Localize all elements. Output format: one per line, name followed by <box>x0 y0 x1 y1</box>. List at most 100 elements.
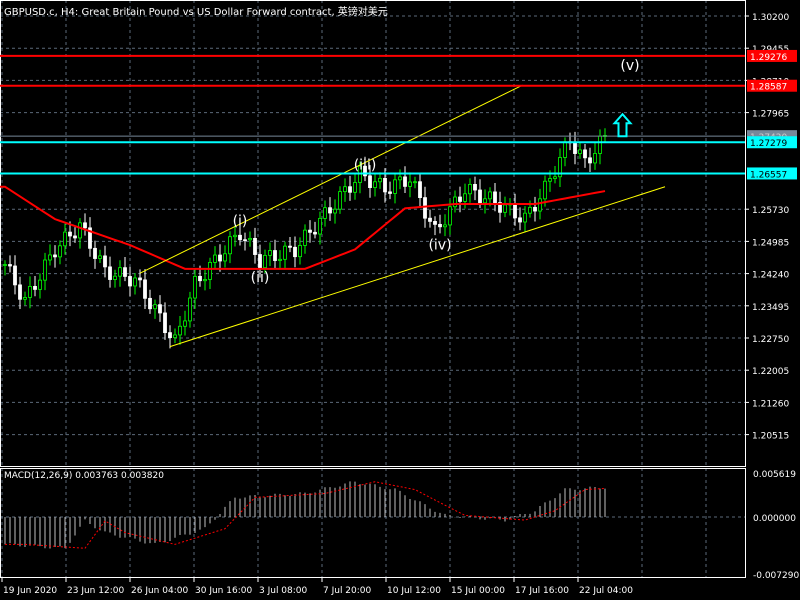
channel-trendline <box>169 186 666 348</box>
candle-body <box>93 247 97 259</box>
price-tick-label: 1.24985 <box>752 238 789 248</box>
price-tick-label: 1.27965 <box>752 110 789 120</box>
candle-body <box>403 176 407 187</box>
candle-body <box>588 157 592 164</box>
price-tick-label: 1.25730 <box>752 206 789 216</box>
candle-body <box>233 234 237 238</box>
candle-body <box>553 176 557 179</box>
candle-body <box>313 231 317 235</box>
candle-body <box>58 245 62 258</box>
candle-body <box>33 286 37 290</box>
candle-body <box>123 267 127 277</box>
candle-body <box>163 312 167 334</box>
candle-body <box>103 255 107 268</box>
candle-body <box>438 223 442 228</box>
candle-body <box>188 297 192 322</box>
wave-label: (ii) <box>251 270 270 286</box>
chart-title: GBPUSD.c, H4: Great Britain Pound vs US … <box>4 7 388 18</box>
candle-body <box>118 267 122 277</box>
macd-panel-frame <box>0 468 746 578</box>
channel-trendline <box>139 84 523 274</box>
candle-body <box>463 193 467 202</box>
candle-body <box>298 245 302 258</box>
candle-body <box>83 222 87 229</box>
time-tick-label: 23 Jun 12:00 <box>67 586 124 596</box>
candle-body <box>48 254 52 261</box>
price-tick-label: 1.20515 <box>752 432 789 442</box>
candle-body <box>228 236 232 255</box>
candle-body <box>478 189 482 204</box>
time-tick-label: 10 Jul 12:00 <box>387 586 441 596</box>
candle-body <box>383 177 387 193</box>
candle-body <box>343 186 347 193</box>
price-tick-label: 1.22750 <box>752 335 789 345</box>
candle-body <box>223 253 227 262</box>
up-arrow-icon <box>612 112 633 138</box>
candle-body <box>8 264 12 267</box>
time-tick-label: 15 Jul 00:00 <box>451 586 505 596</box>
candle-body <box>98 255 102 259</box>
candle-body <box>258 254 262 269</box>
candle-body <box>3 264 7 266</box>
candle-body <box>203 279 207 282</box>
candle-body <box>13 265 17 286</box>
candle-body <box>303 229 307 246</box>
price-tick-label: 1.30200 <box>752 13 789 23</box>
candle-body <box>278 258 282 261</box>
candle-body <box>28 286 32 298</box>
time-tick-label: 22 Jul 04:00 <box>579 586 633 596</box>
candle-body <box>393 179 397 194</box>
candle-body <box>473 184 477 191</box>
macd-tick-label: -0.007290 <box>753 571 799 581</box>
candle-body <box>598 135 602 154</box>
candle-body <box>43 259 47 281</box>
candle-body <box>208 261 212 280</box>
price-tick-label: 1.24240 <box>752 271 789 281</box>
candle-body <box>133 277 137 287</box>
candle-body <box>493 191 497 203</box>
candle-body <box>333 208 337 214</box>
candle-body <box>38 279 42 290</box>
price-chart[interactable]: 1.302001.294551.287101.279651.257301.249… <box>0 0 800 600</box>
wave-label: (i) <box>233 214 248 230</box>
candle-body <box>328 207 332 214</box>
candle-body <box>428 217 432 222</box>
candle-body <box>18 284 22 300</box>
time-tick-label: 19 Jun 2020 <box>3 586 57 596</box>
candle-body <box>193 275 197 299</box>
candle-body <box>138 277 142 281</box>
candle-body <box>253 237 257 255</box>
candle-body <box>263 254 267 269</box>
time-tick-label: 26 Jun 04:00 <box>131 586 188 596</box>
candle-body <box>73 235 77 239</box>
candle-body <box>323 207 327 219</box>
time-tick-label: 3 Jul 08:00 <box>259 586 308 596</box>
candle-body <box>583 149 587 159</box>
candle-body <box>338 191 342 210</box>
candle-body <box>503 204 507 213</box>
macd-tick-label: 0.005619 <box>753 470 796 480</box>
candle-body <box>523 212 527 223</box>
candle-body <box>108 266 112 280</box>
candle-body <box>168 332 172 338</box>
candle-body <box>288 245 292 248</box>
candle-body <box>183 320 187 327</box>
candle-body <box>373 181 377 188</box>
candle-body <box>408 181 412 187</box>
time-tick-label: 30 Jun 16:00 <box>195 586 252 596</box>
candle-body <box>53 254 57 258</box>
candle-body <box>488 191 492 200</box>
candle-body <box>448 206 452 226</box>
candle-body <box>528 206 532 214</box>
candle-body <box>538 198 542 212</box>
candle-body <box>458 196 462 202</box>
candle-body <box>413 181 417 184</box>
candle-body <box>348 186 352 193</box>
candle-body <box>128 276 132 287</box>
candle-body <box>398 176 402 181</box>
candle-body <box>158 304 162 314</box>
price-level-label: 1.29276 <box>750 53 787 63</box>
candle-body <box>548 178 552 182</box>
candle-body <box>273 250 277 261</box>
candle-body <box>218 254 222 262</box>
